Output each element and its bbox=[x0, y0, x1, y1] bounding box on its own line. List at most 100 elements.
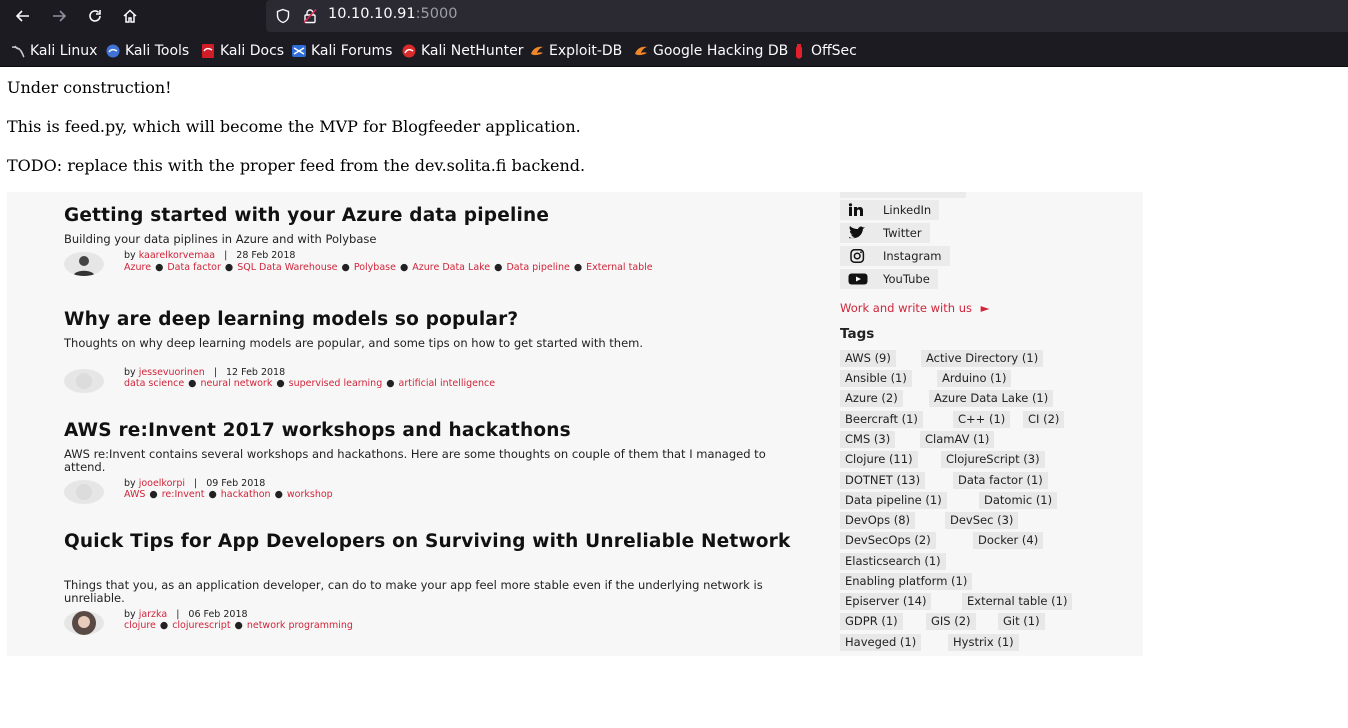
insecure-lock-icon[interactable] bbox=[301, 7, 319, 25]
bookmark-label: Kali Docs bbox=[220, 43, 285, 59]
bookmark-label: Kali NetHunter bbox=[421, 43, 524, 59]
tag-link: artificial intelligence bbox=[398, 378, 496, 389]
youtube-icon bbox=[847, 272, 869, 286]
bookmark-kali-linux[interactable]: Kali Linux bbox=[10, 42, 97, 60]
offsec-icon bbox=[791, 43, 807, 59]
tag-chip: Enabling platform (1) bbox=[840, 573, 973, 590]
blog-screenshot-image: Getting started with your Azure data pip… bbox=[7, 192, 1143, 656]
work-link-label: Work and write with us bbox=[840, 301, 972, 315]
tag-chip: Git (1) bbox=[998, 613, 1045, 630]
post-author: jessevuorinen bbox=[138, 367, 205, 378]
bookmark-label: Google Hacking DB bbox=[653, 43, 789, 59]
url-host: 10.10.10.91 bbox=[328, 6, 416, 22]
tag-link: Polybase bbox=[353, 262, 396, 273]
tag-chip: Haveged (1) bbox=[840, 634, 922, 651]
forward-arrow-icon bbox=[53, 10, 67, 22]
bookmark-ghdb[interactable]: Google Hacking DB bbox=[633, 42, 788, 60]
by-label: by bbox=[124, 478, 136, 489]
post-meta: by jarzka | 06 Feb 2018 bbox=[124, 609, 248, 620]
by-label: by bbox=[124, 367, 136, 378]
post-meta: by jooelkorpi | 09 Feb 2018 bbox=[124, 478, 266, 489]
arrow-right-icon: ► bbox=[980, 301, 990, 315]
social-item-instagram: Instagram bbox=[840, 246, 950, 266]
tag-link: clojurescript bbox=[172, 620, 231, 631]
post-description: Thoughts on why deep learning models are… bbox=[64, 336, 644, 350]
tag-link: SQL Data Warehouse bbox=[237, 262, 338, 273]
post-tags: AWS ● re:Invent ● hackathon ● workshop bbox=[124, 489, 333, 500]
tag-chip: Arduino (1) bbox=[937, 370, 1012, 387]
address-bar[interactable]: 10.10.10.91:5000 bbox=[266, 0, 1348, 32]
tag-link: workshop bbox=[286, 489, 333, 500]
post-meta: by kaarelkorvemaa | 28 Feb 2018 bbox=[124, 250, 296, 261]
post-date: 28 Feb 2018 bbox=[236, 250, 296, 261]
tag-chip: ClamAV (1) bbox=[920, 431, 995, 448]
forward-button[interactable] bbox=[45, 4, 73, 28]
tag-link: External table bbox=[586, 262, 653, 273]
post-tags: data science ● neural network ● supervised l… bbox=[124, 378, 496, 389]
tag-link: network programming bbox=[246, 620, 353, 631]
bookmark-exploit-db[interactable]: Exploit-DB bbox=[529, 42, 622, 60]
tag-link: clojure bbox=[124, 620, 156, 631]
exploit-db-icon bbox=[529, 43, 545, 59]
bookmark-label: Kali Linux bbox=[30, 43, 98, 59]
tag-chip: DevSec (3) bbox=[945, 512, 1019, 529]
url-port: :5000 bbox=[415, 6, 458, 22]
work-with-us-link: Work and write with us ► bbox=[840, 301, 990, 315]
social-item-youtube: YouTube bbox=[840, 269, 938, 289]
home-button[interactable] bbox=[116, 4, 144, 28]
tag-chip: AWS (9) bbox=[840, 350, 896, 367]
tag-chip: GDPR (1) bbox=[840, 613, 903, 630]
tag-chip: Elasticsearch (1) bbox=[840, 553, 946, 570]
bookmark-kali-nethunter[interactable]: Kali NetHunter bbox=[401, 42, 523, 60]
back-button[interactable] bbox=[9, 4, 37, 28]
by-label: by bbox=[124, 609, 136, 620]
kali-dragon-icon bbox=[10, 43, 26, 59]
social-label: Instagram bbox=[883, 249, 942, 263]
construction-text: Under construction! bbox=[7, 78, 172, 97]
instagram-icon bbox=[847, 249, 869, 263]
bookmark-kali-forums[interactable]: Kali Forums bbox=[291, 42, 392, 60]
tag-chip: Ansible (1) bbox=[840, 370, 912, 387]
social-label: LinkedIn bbox=[883, 203, 932, 217]
shield-icon[interactable] bbox=[274, 7, 292, 25]
tag-chip: Active Directory (1) bbox=[921, 350, 1044, 367]
bookmark-kali-tools[interactable]: Kali Tools bbox=[105, 42, 189, 60]
social-label: Twitter bbox=[883, 226, 922, 240]
tag-link: neural network bbox=[200, 378, 273, 389]
tag-chip: Clojure (11) bbox=[840, 451, 918, 468]
by-label: by bbox=[124, 250, 136, 261]
tag-chip: Azure (2) bbox=[840, 390, 903, 407]
tag-chip: Data pipeline (1) bbox=[840, 492, 947, 509]
avatar bbox=[64, 611, 104, 635]
tags-heading: Tags bbox=[840, 326, 875, 342]
post-author: kaarelkorvemaa bbox=[138, 250, 216, 261]
post-date: 06 Feb 2018 bbox=[188, 609, 248, 620]
bookmark-kali-docs[interactable]: Kali Docs bbox=[200, 42, 284, 60]
home-icon bbox=[123, 9, 137, 23]
tag-chip: External table (1) bbox=[962, 593, 1073, 610]
bookmark-offsec[interactable]: OffSec bbox=[791, 42, 857, 60]
tag-link: data science bbox=[124, 378, 185, 389]
tag-link: AWS bbox=[124, 489, 146, 500]
post-description: Things that you, as an application devel… bbox=[64, 578, 763, 605]
ghdb-icon bbox=[633, 43, 649, 59]
linkedin-icon bbox=[847, 203, 869, 217]
kali-nethunter-icon bbox=[401, 43, 417, 59]
feed-description-text: This is feed.py, which will become the M… bbox=[7, 117, 581, 136]
avatar bbox=[64, 369, 104, 393]
post-tags: Azure ● Data factor ● SQL Data Warehouse ● Pol… bbox=[124, 262, 653, 273]
reload-button[interactable] bbox=[81, 4, 109, 28]
bookmark-label: Kali Tools bbox=[125, 43, 190, 59]
tag-chip: GIS (2) bbox=[926, 613, 976, 630]
tag-link: Azure Data Lake bbox=[412, 262, 491, 273]
tag-link: hackathon bbox=[220, 489, 271, 500]
post-title: Getting started with your Azure data pip… bbox=[64, 205, 550, 226]
url-text[interactable]: 10.10.10.91:5000 bbox=[328, 6, 457, 22]
tag-link: re:Invent bbox=[161, 489, 205, 500]
post-title: Quick Tips for App Developers on Survivi… bbox=[64, 531, 791, 552]
tag-link: Data factor bbox=[167, 262, 221, 273]
tag-chip: Hystrix (1) bbox=[948, 634, 1019, 651]
tag-chip: Docker (4) bbox=[973, 532, 1044, 549]
post-tags: clojure ● clojurescript ● network programmin… bbox=[124, 620, 353, 631]
tag-link: supervised learning bbox=[288, 378, 383, 389]
